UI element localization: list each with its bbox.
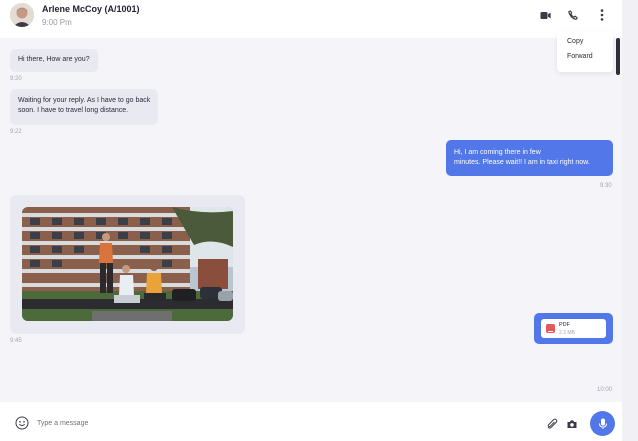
message-input[interactable] [37, 417, 517, 429]
message-text-line: Hi, I am coming there in few [454, 149, 541, 156]
file-name: PDF [559, 322, 570, 328]
scrollbar-track[interactable] [622, 0, 638, 441]
message-text: Hi there, How are you? [18, 56, 90, 63]
emoji-icon [15, 416, 29, 430]
message-time: 9:22 [10, 129, 22, 135]
pdf-file-icon [546, 324, 555, 334]
contact-last-seen: 9:00 Pm [42, 18, 72, 27]
chat-header: Arlene McCoy (A/1001) 9:00 Pm [0, 0, 622, 38]
file-size: 2.3 MB [559, 330, 575, 336]
file-attachment-card[interactable]: PDF 2.3 MB [541, 319, 606, 338]
file-message[interactable]: PDF 2.3 MB [534, 313, 613, 344]
video-call-icon [540, 11, 551, 19]
scrollbar-thumb[interactable] [616, 38, 620, 75]
message-bubble[interactable]: Hi there, How are you? [10, 49, 98, 72]
image-message[interactable] [10, 195, 245, 334]
phone-call-button[interactable] [563, 5, 583, 25]
menu-item-forward[interactable]: Forward [567, 53, 593, 60]
shared-photo[interactable] [22, 207, 233, 321]
message-options-menu: Copy Forward [557, 31, 613, 72]
microphone-icon [598, 418, 607, 429]
message-list[interactable]: Hi there, How are you? 9:20 Waiting for … [0, 38, 622, 402]
message-time: 9:30 [600, 183, 612, 189]
message-bubble[interactable]: Hi, I am coming there in few minutes. Pl… [446, 140, 613, 176]
video-call-button[interactable] [535, 5, 555, 25]
message-text-line: Waiting for your reply. As I have to go … [18, 97, 151, 104]
more-options-button[interactable] [592, 5, 612, 25]
message-time: 10:00 [597, 387, 613, 393]
camera-icon [567, 420, 577, 428]
emoji-button[interactable] [15, 416, 29, 430]
message-time: 9:45 [10, 338, 22, 344]
message-time: 9:20 [10, 76, 22, 82]
contact-name: Arlene McCoy (A/1001) [42, 4, 140, 14]
phone-call-icon [568, 10, 578, 20]
message-composer [0, 402, 622, 441]
message-text-line: soon. I have to travel long distance. [18, 107, 129, 114]
voice-record-button[interactable] [590, 411, 615, 436]
contact-avatar[interactable] [10, 3, 34, 27]
camera-button[interactable] [566, 417, 578, 429]
more-options-icon [600, 9, 604, 21]
attach-file-button[interactable] [546, 417, 558, 429]
message-bubble[interactable]: Waiting for your reply. As I have to go … [10, 89, 159, 125]
menu-item-copy[interactable]: Copy [567, 38, 583, 45]
paperclip-icon [547, 418, 558, 429]
message-text-line: minutes. Please wait!! I am in taxi righ… [454, 159, 590, 166]
